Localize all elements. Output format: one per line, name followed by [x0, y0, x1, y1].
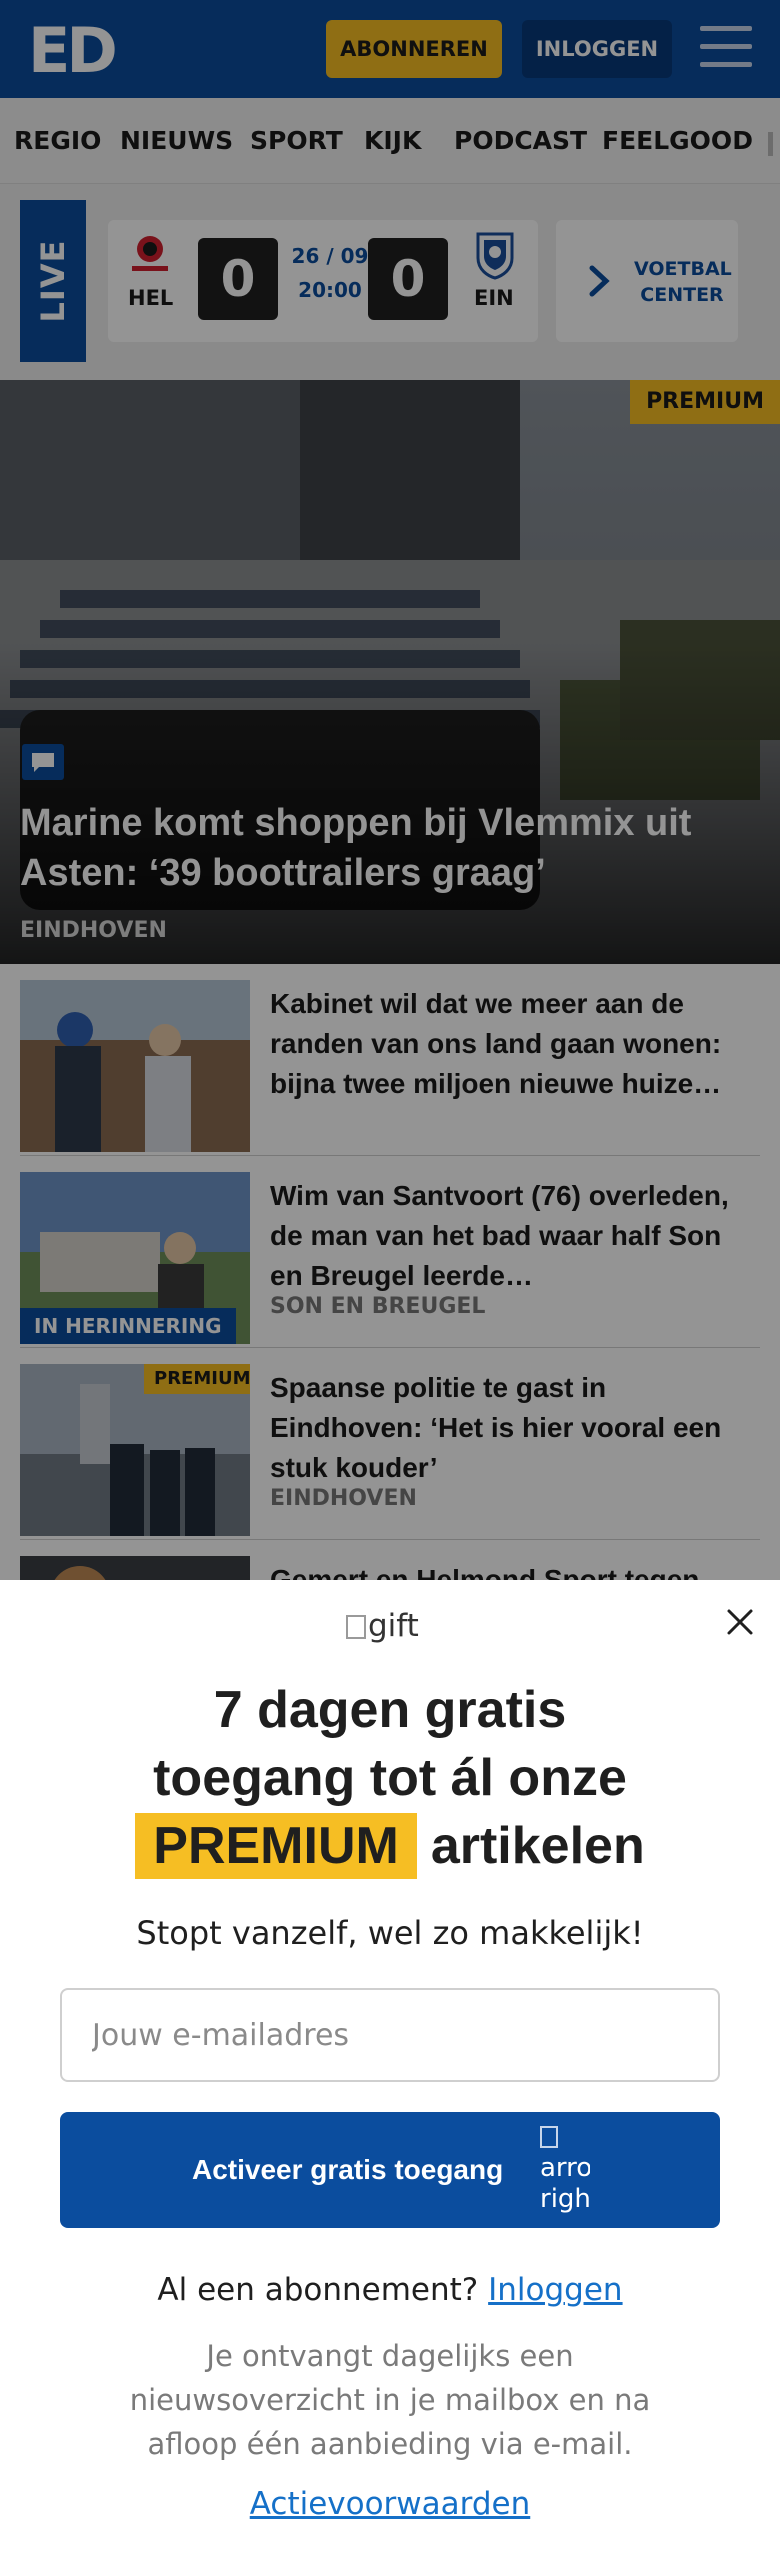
activate-button[interactable]: Activeer gratis toegang arrow right: [60, 2112, 720, 2228]
login-prompt: Al een abonnement? Inloggen: [0, 2272, 780, 2308]
modal-backdrop[interactable]: [0, 0, 780, 1580]
login-prompt-text: Al een abonnement?: [157, 2272, 479, 2308]
premium-highlight: PREMIUM: [135, 1813, 417, 1879]
arrow-right-icon: arrow right: [540, 2122, 590, 2222]
terms-link[interactable]: Actievoorwaarden: [0, 2486, 780, 2522]
login-link[interactable]: Inloggen: [488, 2272, 622, 2308]
modal-subtitle: Stopt vanzelf, wel zo makkelijk!: [136, 1914, 644, 1952]
modal-title-articles: artikelen: [430, 1817, 645, 1875]
modal-title-line1: 7 dagen gratis: [213, 1681, 567, 1739]
close-icon[interactable]: [720, 1602, 760, 1642]
email-field[interactable]: [60, 1988, 720, 2082]
activate-button-label: Activeer gratis toegang: [192, 2154, 504, 2185]
gift-icon: gift: [346, 1608, 419, 1644]
premium-offer-modal: gift 7 dagen gratis toegang tot ál onze …: [0, 1580, 780, 2560]
modal-info-text: Je ontvangt dagelijks een nieuwsoverzich…: [129, 2339, 651, 2461]
modal-title-line2: toegang tot ál onze: [153, 1749, 627, 1807]
modal-title-line3: PREMIUM artikelen: [0, 1812, 780, 1880]
